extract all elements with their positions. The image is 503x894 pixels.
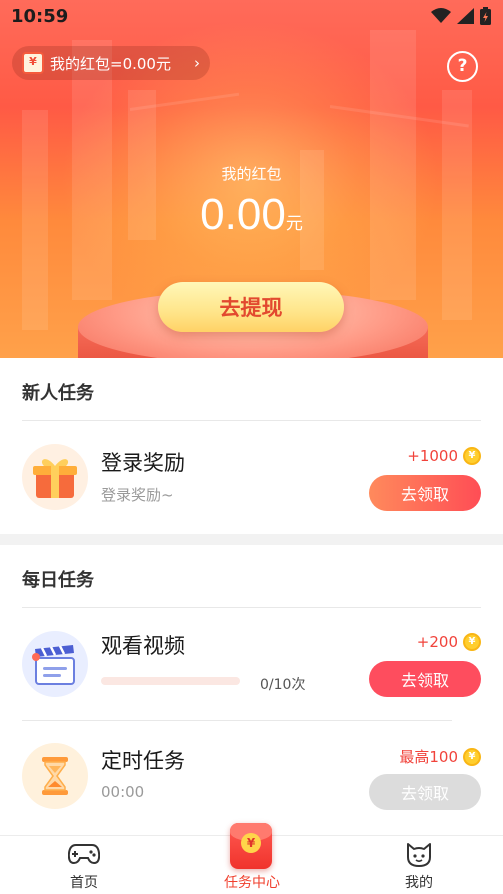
amount-unit: 元	[285, 214, 303, 234]
nav-item-mine[interactable]: 我的	[335, 836, 503, 894]
red-packet-title: 我的红包	[221, 165, 282, 183]
task-timer: 00:00	[101, 783, 145, 801]
gamepad-icon	[68, 844, 100, 865]
red-packet-amount: 0.00元	[0, 190, 503, 240]
status-time: 10:59	[11, 6, 69, 27]
withdraw-button[interactable]: 去提现	[158, 282, 344, 332]
section-gap	[0, 534, 503, 545]
claim-button[interactable]: 去领取	[369, 475, 481, 511]
red-envelope-icon: ¥	[230, 823, 272, 869]
nav-label: 任务中心	[224, 875, 280, 891]
daily-tasks-section: 每日任务 观看视频 0/10次 +200 ¥ 去领取 定时任务 00:00 最高…	[0, 545, 503, 835]
task-subtitle: 登录奖励~	[101, 486, 174, 504]
claim-button-disabled[interactable]: 去领取	[369, 774, 481, 810]
hourglass-icon	[22, 743, 88, 809]
video-clapper-icon	[22, 631, 88, 697]
gift-icon	[22, 444, 88, 510]
reward-amount: +200	[416, 633, 458, 651]
progress-count: 0/10次	[260, 677, 306, 693]
battery-icon	[480, 7, 491, 25]
task-title: 观看视频	[101, 634, 185, 658]
claim-button[interactable]: 去领取	[369, 661, 481, 697]
nav-item-task-center[interactable]: ¥ 任务中心	[168, 823, 336, 894]
nav-label: 我的	[405, 875, 433, 891]
section-title-daily-tasks: 每日任务	[22, 570, 94, 591]
nav-item-home[interactable]: 首页	[0, 836, 168, 894]
divider	[22, 720, 452, 721]
task-reward: +1000 ¥	[407, 447, 481, 465]
amount-value: 0.00	[200, 190, 286, 239]
my-red-packet-label: 我的红包=0.00元	[50, 54, 171, 73]
chevron-right-icon: ›	[194, 54, 200, 72]
status-bar: 10:59	[0, 0, 503, 34]
section-title-new-tasks: 新人任务	[22, 383, 94, 404]
task-title: 定时任务	[101, 749, 185, 773]
bottom-navigation: 首页 ¥ 任务中心 我的	[0, 823, 503, 894]
cat-face-icon	[407, 843, 431, 867]
coin-icon: ¥	[463, 747, 481, 766]
my-red-packet-pill[interactable]: ¥ 我的红包=0.00元 ›	[12, 46, 210, 80]
status-icons	[431, 7, 491, 25]
task-reward: +200 ¥	[417, 633, 481, 651]
divider	[22, 420, 481, 421]
cellular-signal-icon	[457, 8, 474, 24]
task-title: 登录奖励	[101, 451, 185, 475]
reward-amount: +1000	[407, 447, 458, 465]
help-button[interactable]: ?	[447, 51, 478, 82]
question-mark-icon: ?	[457, 56, 468, 76]
task-reward: 最高100 ¥	[399, 746, 481, 767]
coin-icon: ¥	[463, 633, 481, 651]
hero-banner: 10:59 ¥ 我的红包=0.00元 › ? 我的红包 0.00元 去提现	[0, 0, 503, 358]
new-user-tasks-section: 新人任务 登录奖励 登录奖励~ +1000 ¥ 去领取	[0, 358, 503, 534]
divider	[22, 607, 481, 608]
nav-label: 首页	[70, 875, 98, 891]
coin-icon: ¥	[463, 447, 481, 465]
reward-amount: 最高100	[399, 748, 458, 766]
progress-bar	[101, 677, 240, 685]
red-envelope-icon: ¥	[22, 52, 44, 74]
wifi-icon	[431, 8, 451, 23]
